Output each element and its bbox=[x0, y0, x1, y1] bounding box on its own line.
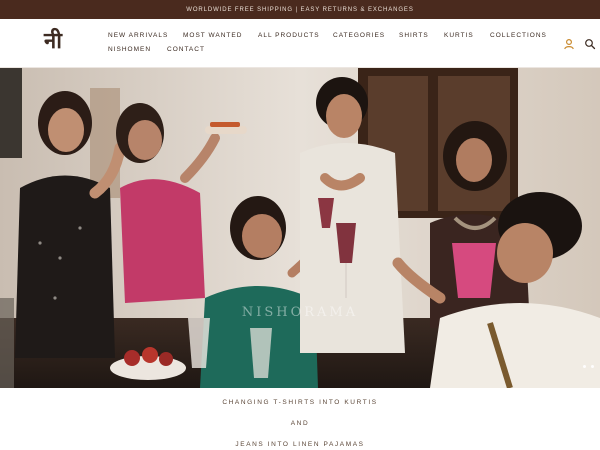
tagline-section: CHANGING T-SHIRTS INTO KURTIS AND JEANS … bbox=[0, 388, 600, 450]
nav-contact[interactable]: CONTACT bbox=[167, 46, 205, 53]
tagline-line-3: JEANS INTO LINEN PAJAMAS bbox=[235, 441, 365, 448]
tagline-line-1: CHANGING T-SHIRTS INTO KURTIS bbox=[222, 399, 378, 406]
announcement-bar: WORLDWIDE FREE SHIPPING | EASY RETURNS &… bbox=[0, 0, 600, 19]
account-icon[interactable] bbox=[563, 37, 577, 51]
slide-dot[interactable] bbox=[591, 365, 594, 368]
nav-all-products[interactable]: ALL PRODUCTS bbox=[258, 32, 320, 39]
tagline-line-2: AND bbox=[290, 420, 310, 427]
nav-kurtis[interactable]: KURTIS bbox=[444, 32, 474, 39]
nav-most-wanted[interactable]: MOST WANTED bbox=[183, 32, 242, 39]
nav-categories[interactable]: CATEGORIES bbox=[333, 32, 385, 39]
nav-new-arrivals[interactable]: NEW ARRIVALS bbox=[108, 32, 168, 39]
slide-dot[interactable] bbox=[583, 365, 586, 368]
nav-shirts[interactable]: SHIRTS bbox=[399, 32, 429, 39]
hero-photo bbox=[0, 68, 600, 388]
brand-logo[interactable]: नी bbox=[44, 29, 62, 55]
nav-nishomen[interactable]: NISHOMEN bbox=[108, 46, 151, 53]
nav-collections[interactable]: COLLECTIONS bbox=[490, 32, 547, 39]
site-header: नी NEW ARRIVALS MOST WANTED ALL PRODUCTS… bbox=[0, 19, 600, 68]
announcement-text: WORLDWIDE FREE SHIPPING | EASY RETURNS &… bbox=[186, 6, 414, 13]
search-icon[interactable] bbox=[584, 37, 598, 51]
slide-indicators bbox=[583, 365, 594, 368]
hero-watermark: NISHORAMA bbox=[241, 305, 359, 320]
hero-banner[interactable]: NISHORAMA bbox=[0, 68, 600, 388]
